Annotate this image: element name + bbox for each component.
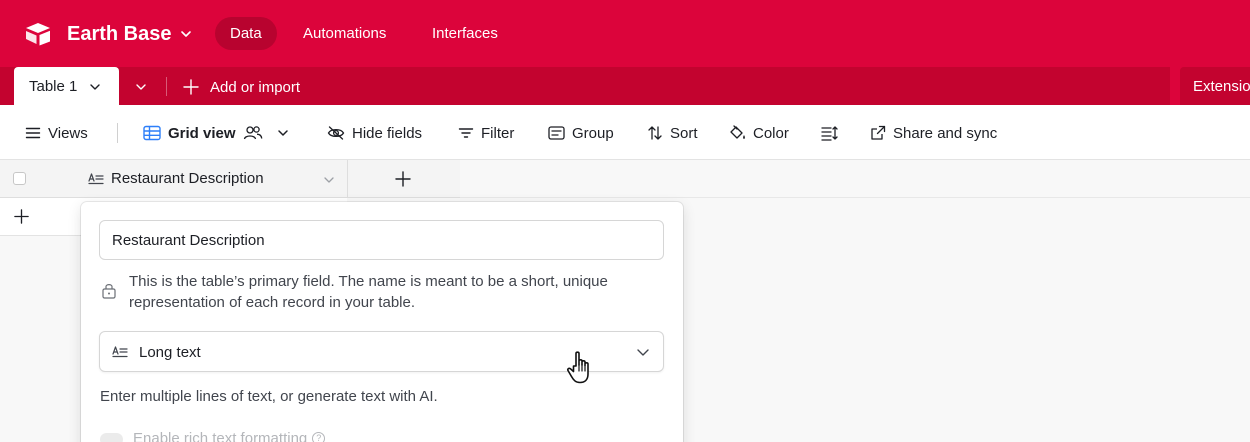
group-button[interactable]: Group <box>548 121 614 145</box>
views-label: Views <box>48 124 88 142</box>
column-divider <box>347 160 348 198</box>
long-text-icon <box>112 346 128 358</box>
add-or-import-label: Add or import <box>210 78 301 96</box>
nav-tab-automations[interactable]: Automations <box>288 17 401 50</box>
base-name[interactable]: Earth Base <box>67 21 172 47</box>
row-height-icon <box>821 126 838 141</box>
row-height-button[interactable] <box>821 121 839 145</box>
hamburger-menu-icon <box>25 127 41 139</box>
chevron-down-icon <box>637 349 649 356</box>
field-type-description: Enter multiple lines of text, or generat… <box>100 388 438 405</box>
share-and-sync-label: Share and sync <box>893 124 998 142</box>
primary-field-header[interactable]: Restaurant Description <box>88 170 264 187</box>
app-header: Earth Base Data Automations Interfaces <box>0 0 1250 67</box>
filter-button[interactable]: Filter <box>458 121 514 145</box>
divider <box>117 123 118 143</box>
extensions-tab[interactable]: Extensions <box>1180 67 1250 105</box>
base-logo-icon[interactable] <box>24 22 52 46</box>
group-icon <box>548 126 565 140</box>
nav-tab-interfaces[interactable]: Interfaces <box>417 17 513 50</box>
nav-tab-data[interactable]: Data <box>215 17 277 50</box>
collaborators-icon <box>243 126 262 140</box>
all-tables-chevron-icon[interactable] <box>134 81 148 93</box>
table-tabs-bar: Table 1 Add or import Extensions <box>0 67 1250 106</box>
color-button[interactable]: Color <box>728 121 789 145</box>
color-label: Color <box>753 124 789 142</box>
table-tab-table-1[interactable]: Table 1 <box>14 67 119 106</box>
grid-header-empty <box>460 160 1250 198</box>
external-link-icon <box>871 125 886 140</box>
view-toolbar: Views Grid view Hide fields Filter Group… <box>0 105 1250 160</box>
table-tab-label: Table 1 <box>29 78 78 95</box>
add-field-plus-icon[interactable] <box>394 170 412 188</box>
plus-icon <box>183 79 199 95</box>
sort-label: Sort <box>670 124 698 142</box>
eye-slash-icon <box>327 126 345 140</box>
grid-header-row: Restaurant Description <box>0 160 460 198</box>
chevron-down-icon[interactable] <box>179 27 193 41</box>
chevron-down-icon[interactable] <box>323 175 335 185</box>
help-icon[interactable]: ? <box>312 432 326 442</box>
views-button[interactable]: Views <box>25 121 88 145</box>
hide-fields-label: Hide fields <box>352 124 423 142</box>
rich-text-label: Enable rich text formatting <box>133 430 308 442</box>
share-and-sync-button[interactable]: Share and sync <box>870 121 997 145</box>
add-or-import-button[interactable]: Add or import <box>182 75 300 99</box>
grid-view-switcher[interactable]: Grid view <box>143 121 290 145</box>
paint-bucket-icon <box>730 125 745 139</box>
chevron-down-icon[interactable] <box>89 81 101 93</box>
primary-field-hint: This is the table’s primary field. The n… <box>129 273 608 311</box>
chevron-down-icon <box>277 130 288 136</box>
field-name-input[interactable] <box>99 220 664 260</box>
extensions-label: Extensions <box>1193 78 1250 95</box>
view-name: Grid view <box>168 124 236 142</box>
rich-text-option: Enable rich text formatting ? <box>133 430 326 442</box>
filter-icon <box>458 128 474 138</box>
select-all-checkbox[interactable] <box>13 172 26 185</box>
primary-field-name: Restaurant Description <box>111 170 264 187</box>
group-label: Group <box>572 124 614 142</box>
lock-icon <box>102 284 116 299</box>
sort-button[interactable]: Sort <box>647 121 698 145</box>
field-editor-popup: This is the table’s primary field. The n… <box>81 202 683 442</box>
field-type-label: Long text <box>139 344 201 361</box>
rich-text-toggle[interactable] <box>100 433 123 442</box>
filter-label: Filter <box>481 124 515 142</box>
grid-view-icon <box>143 125 161 141</box>
long-text-icon <box>88 172 104 184</box>
hand-pointer-icon <box>567 351 589 384</box>
table-tabs-strip <box>0 67 1170 105</box>
divider <box>166 77 167 96</box>
hide-fields-button[interactable]: Hide fields <box>327 121 422 145</box>
sort-arrows-icon <box>648 126 662 140</box>
plus-icon <box>14 209 29 224</box>
